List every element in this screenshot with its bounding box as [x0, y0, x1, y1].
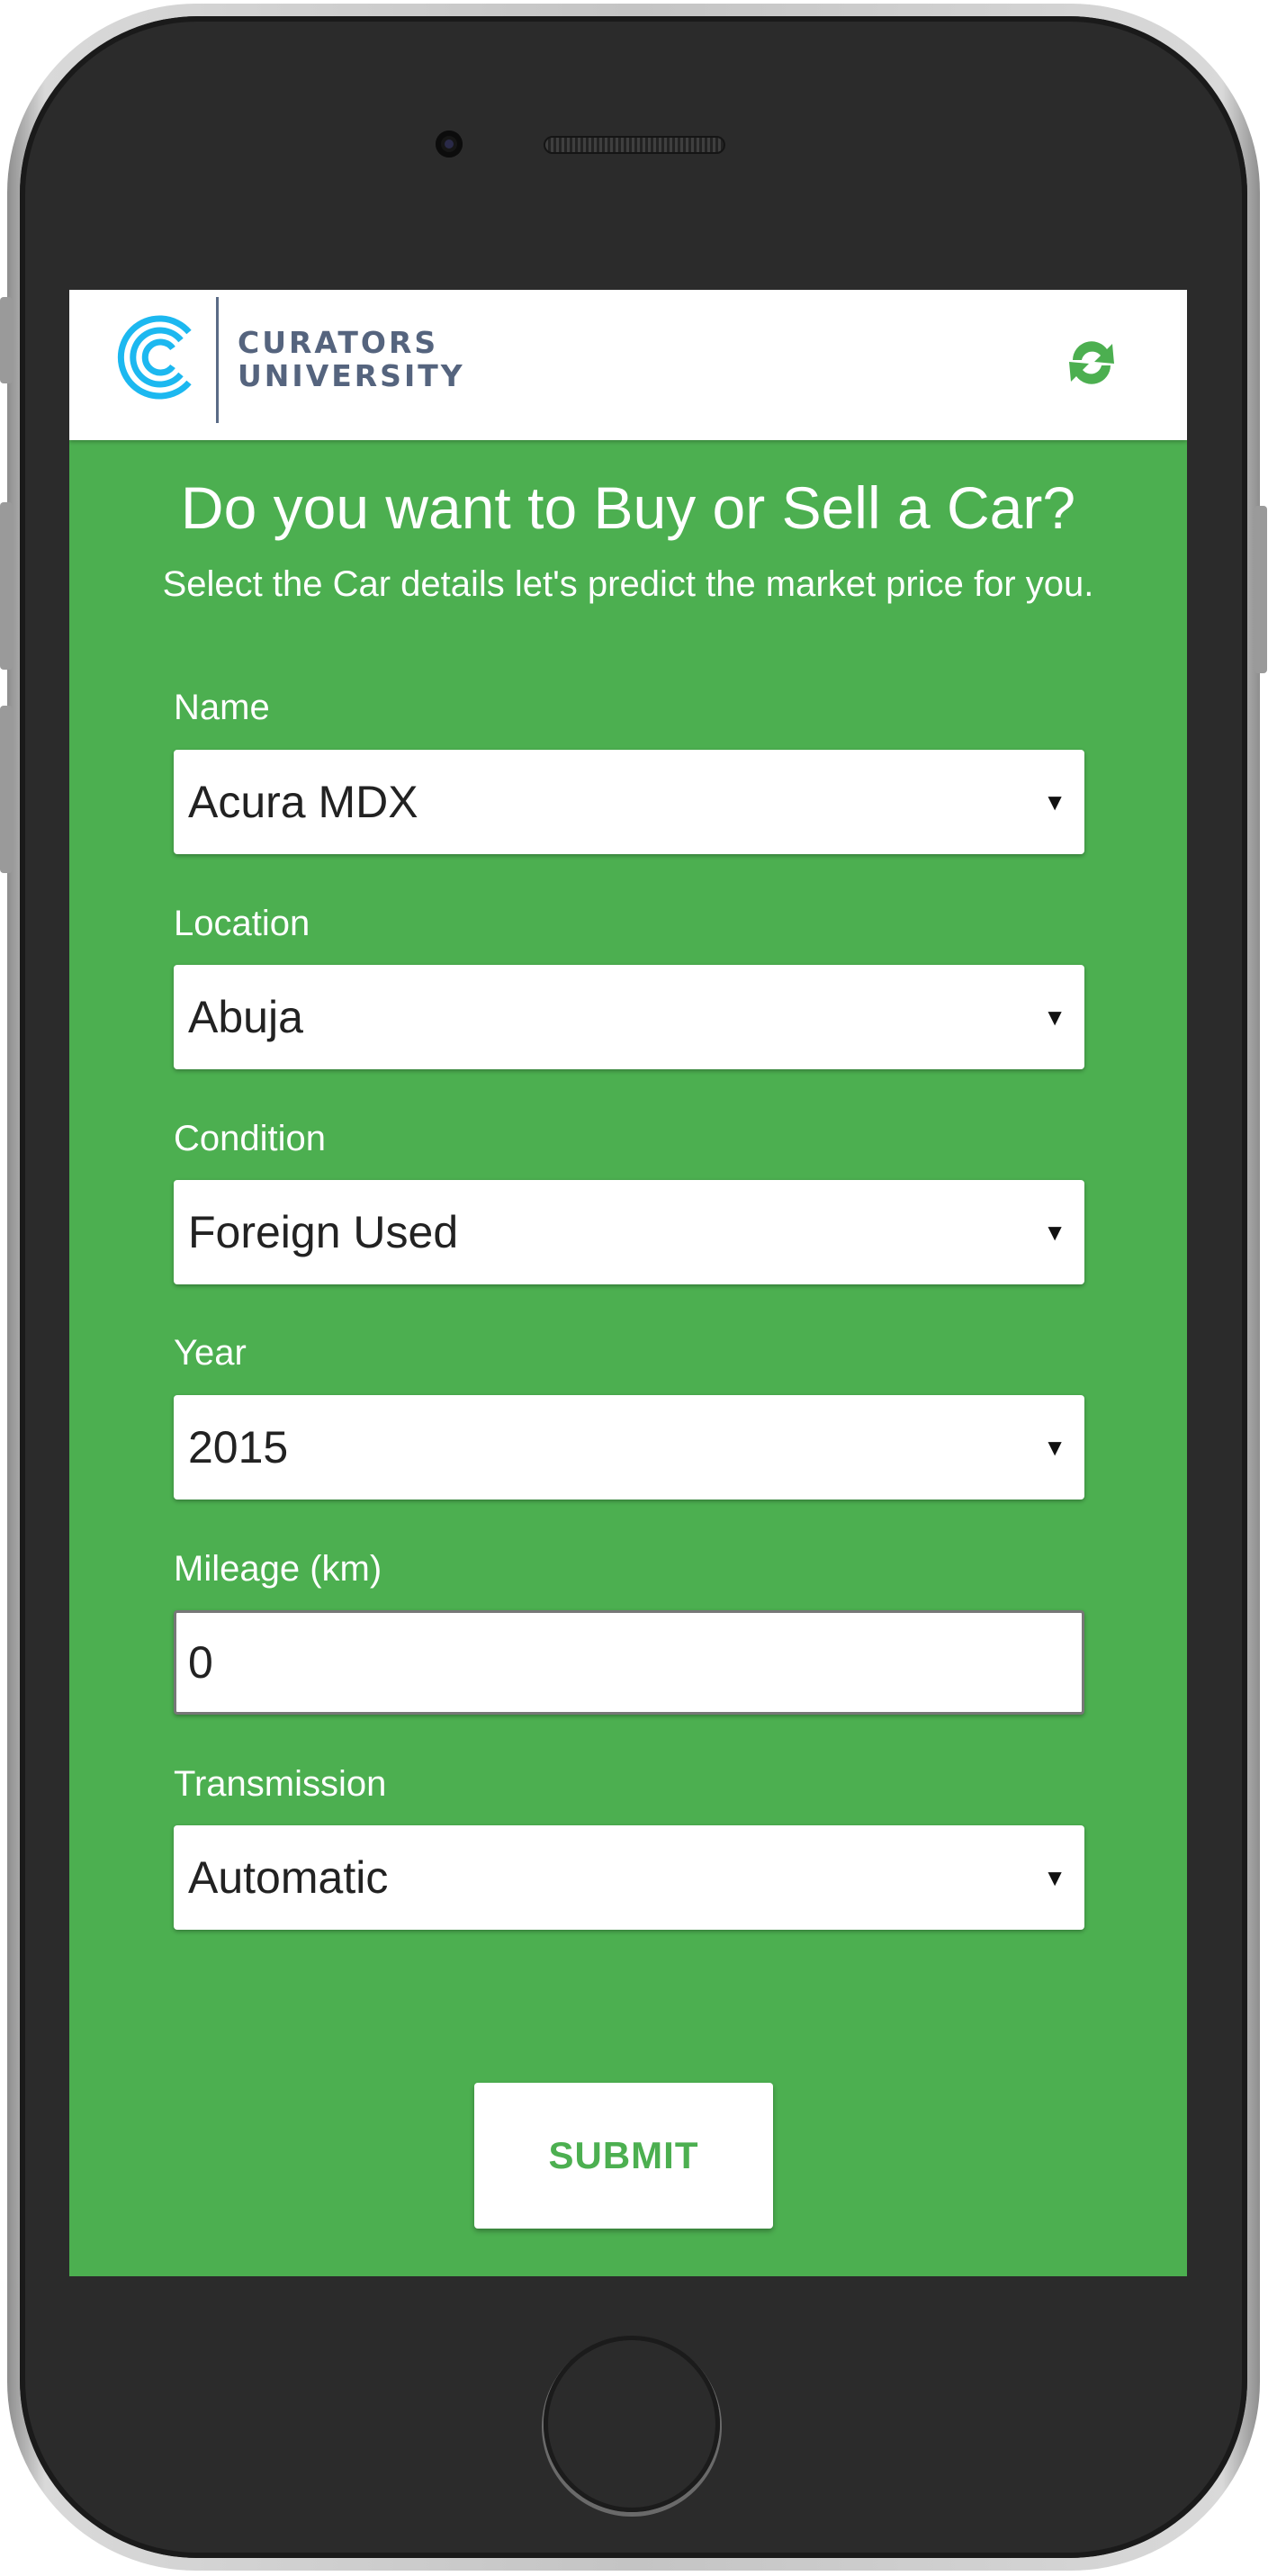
page-title: Do you want to Buy or Sell a Car? — [180, 474, 1076, 541]
transmission-select[interactable]: Automatic ▼ — [174, 1825, 1084, 1930]
name-select-value: Acura MDX — [188, 777, 418, 827]
volume-down-button — [0, 706, 13, 873]
earpiece-speaker — [544, 136, 725, 154]
front-camera — [436, 131, 463, 158]
name-label: Name — [174, 688, 270, 727]
brand-name-line2: UNIVERSITY — [238, 358, 465, 393]
location-select-value: Abuja — [188, 992, 303, 1042]
silent-switch — [0, 297, 13, 383]
condition-select-value: Foreign Used — [188, 1207, 459, 1257]
condition-label: Condition — [174, 1119, 327, 1158]
submit-button[interactable]: SUBMIT — [474, 2083, 773, 2229]
mileage-input-value: 0 — [188, 1637, 213, 1688]
home-button[interactable] — [544, 2336, 720, 2512]
power-button — [1255, 506, 1267, 673]
curators-logo-icon — [117, 315, 192, 400]
refresh-icon[interactable] — [1062, 333, 1121, 392]
app-screen: CURATORS UNIVERSITY Do you want to Buy o… — [69, 290, 1187, 2276]
condition-select[interactable]: Foreign Used ▼ — [174, 1180, 1084, 1284]
year-label: Year — [174, 1333, 247, 1373]
year-select[interactable]: 2015 ▼ — [174, 1395, 1084, 1500]
brand-name: CURATORS UNIVERSITY — [238, 326, 465, 392]
app-header: CURATORS UNIVERSITY — [69, 290, 1187, 440]
dropdown-arrow-icon: ▼ — [1043, 788, 1066, 815]
year-select-value: 2015 — [188, 1422, 289, 1473]
dropdown-arrow-icon: ▼ — [1043, 1219, 1066, 1246]
mileage-label: Mileage (km) — [174, 1549, 382, 1589]
brand-name-line1: CURATORS — [238, 325, 439, 360]
dropdown-arrow-icon: ▼ — [1043, 1004, 1066, 1031]
volume-up-button — [0, 502, 13, 670]
transmission-select-value: Automatic — [188, 1852, 389, 1903]
location-select[interactable]: Abuja ▼ — [174, 965, 1084, 1069]
location-label: Location — [174, 904, 310, 943]
dropdown-arrow-icon: ▼ — [1043, 1434, 1066, 1461]
mileage-input[interactable]: 0 — [174, 1610, 1084, 1715]
transmission-label: Transmission — [174, 1764, 387, 1804]
dropdown-arrow-icon: ▼ — [1043, 1864, 1066, 1891]
page-subtitle: Select the Car details let's predict the… — [162, 564, 1094, 604]
logo-divider — [216, 297, 219, 423]
name-select[interactable]: Acura MDX ▼ — [174, 750, 1084, 854]
